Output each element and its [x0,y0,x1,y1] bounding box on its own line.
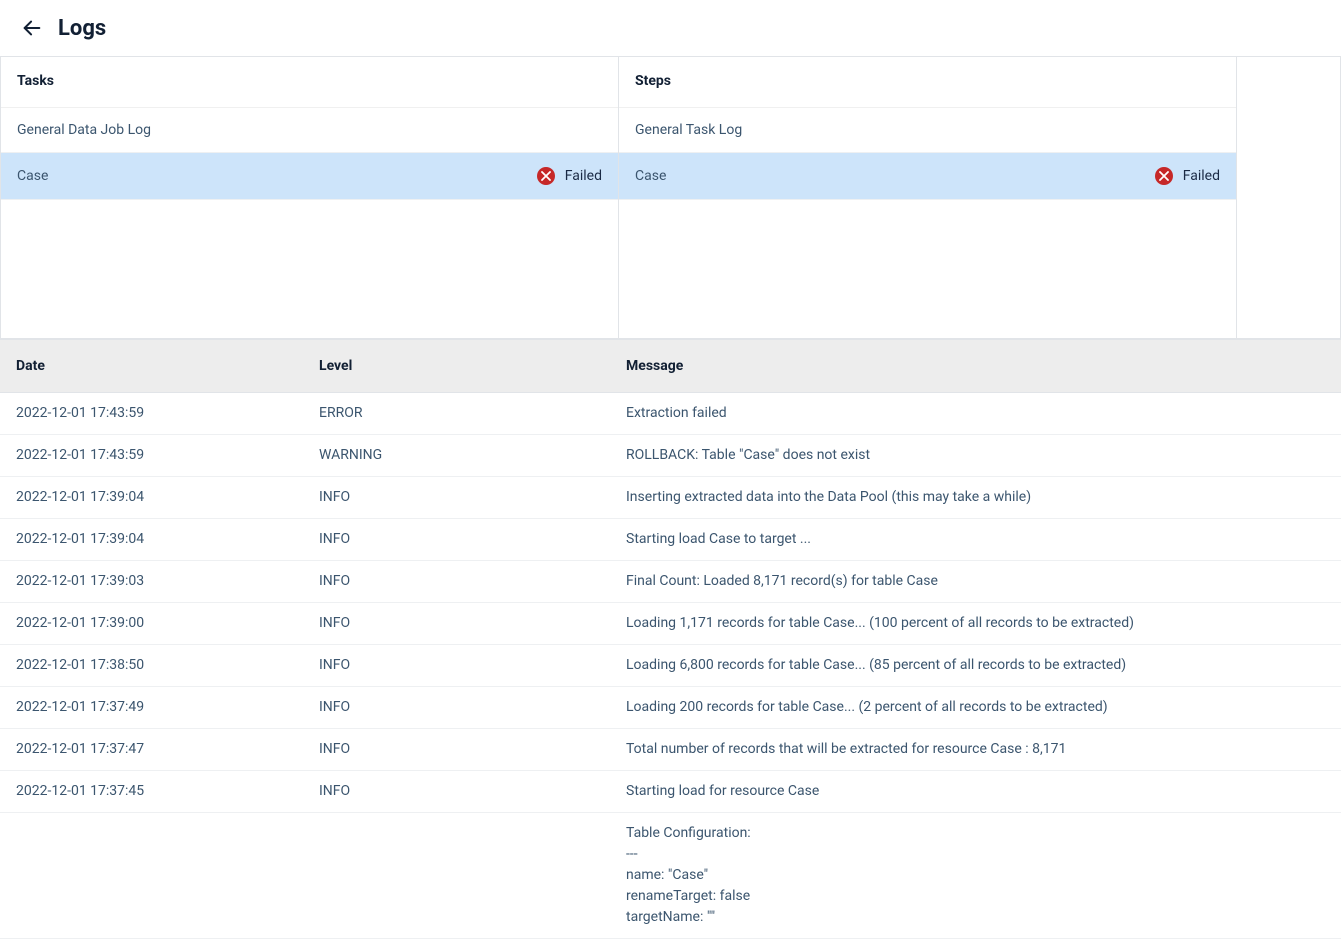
log-cell-message: Starting load for resource Case [626,771,1325,812]
log-row[interactable]: 2022-12-01 17:37:45INFOStarting load for… [0,771,1341,813]
col-header-date[interactable]: Date [16,340,319,392]
log-cell-message: Loading 1,171 records for table Case... … [626,603,1325,644]
log-row[interactable]: 2022-12-01 17:39:00INFOLoading 1,171 rec… [0,603,1341,645]
log-cell-date: 2022-12-01 17:39:03 [16,561,319,602]
log-row[interactable]: 2022-12-01 17:38:50INFOLoading 6,800 rec… [0,645,1341,687]
error-icon [537,167,555,185]
page-title: Logs [58,16,106,41]
log-cell-message: Table Configuration: --- name: "Case" re… [626,813,1325,938]
log-cell-date: 2022-12-01 17:43:59 [16,435,319,476]
log-row[interactable]: 2022-12-01 17:37:49INFOLoading 200 recor… [0,687,1341,729]
log-cell-message: ROLLBACK: Table "Case" does not exist [626,435,1325,476]
log-row[interactable]: 2022-12-01 17:43:59ERRORExtraction faile… [0,393,1341,435]
log-cell-date: 2022-12-01 17:39:00 [16,603,319,644]
log-cell-date: 2022-12-01 17:39:04 [16,477,319,518]
log-cell-message: Loading 6,800 records for table Case... … [626,645,1325,686]
log-cell-date: 2022-12-01 17:37:45 [16,771,319,812]
tasks-pane-title: Tasks [1,57,618,108]
log-cell-message: Inserting extracted data into the Data P… [626,477,1325,518]
log-cell-date [16,813,319,833]
steps-item-status: Failed [1183,168,1220,184]
log-cell-date: 2022-12-01 17:43:59 [16,393,319,434]
log-cell-message: Total number of records that will be ext… [626,729,1325,770]
tasks-item-label: General Data Job Log [17,122,151,138]
log-row[interactable]: 2022-12-01 17:43:59WARNINGROLLBACK: Tabl… [0,435,1341,477]
log-cell-date: 2022-12-01 17:38:50 [16,645,319,686]
log-cell-level: INFO [319,645,626,686]
tasks-item-case[interactable]: Case Failed [1,153,618,200]
page-header: Logs [0,0,1341,57]
log-cell-level: INFO [319,687,626,728]
tasks-item-general[interactable]: General Data Job Log [1,108,618,153]
log-row[interactable]: 2022-12-01 17:37:47INFOTotal number of r… [0,729,1341,771]
log-row[interactable]: 2022-12-01 17:39:04INFOStarting load Cas… [0,519,1341,561]
log-cell-message: Loading 200 records for table Case... (2… [626,687,1325,728]
col-header-message[interactable]: Message [626,340,1325,392]
log-table-body: 2022-12-01 17:43:59ERRORExtraction faile… [0,393,1341,939]
log-cell-level: INFO [319,519,626,560]
steps-item-case[interactable]: Case Failed [619,153,1236,200]
log-cell-message: Extraction failed [626,393,1325,434]
log-cell-level: INFO [319,603,626,644]
steps-item-label: Case [635,168,666,184]
log-table-header: Date Level Message [0,339,1341,393]
steps-item-label: General Task Log [635,122,742,138]
steps-pane: Steps General Task Log Case Failed [619,57,1237,338]
log-cell-date: 2022-12-01 17:39:04 [16,519,319,560]
log-cell-level: INFO [319,729,626,770]
steps-pane-title: Steps [619,57,1236,108]
back-arrow-icon[interactable] [18,14,46,42]
log-cell-level: INFO [319,477,626,518]
log-cell-level: WARNING [319,435,626,476]
log-cell-message: Starting load Case to target ... [626,519,1325,560]
log-row[interactable]: Table Configuration: --- name: "Case" re… [0,813,1341,939]
log-cell-level [319,813,626,833]
log-cell-level: ERROR [319,393,626,434]
log-cell-date: 2022-12-01 17:37:49 [16,687,319,728]
log-row[interactable]: 2022-12-01 17:39:03INFOFinal Count: Load… [0,561,1341,603]
log-cell-message: Final Count: Loaded 8,171 record(s) for … [626,561,1325,602]
col-header-level[interactable]: Level [319,340,626,392]
log-cell-level: INFO [319,561,626,602]
log-row[interactable]: 2022-12-01 17:39:04INFOInserting extract… [0,477,1341,519]
tasks-item-status: Failed [565,168,602,184]
log-cell-date: 2022-12-01 17:37:47 [16,729,319,770]
right-empty-pane [1237,57,1341,338]
log-cell-level: INFO [319,771,626,812]
steps-item-general[interactable]: General Task Log [619,108,1236,153]
error-icon [1155,167,1173,185]
tasks-pane: Tasks General Data Job Log Case Failed [0,57,619,338]
tasks-item-label: Case [17,168,48,184]
